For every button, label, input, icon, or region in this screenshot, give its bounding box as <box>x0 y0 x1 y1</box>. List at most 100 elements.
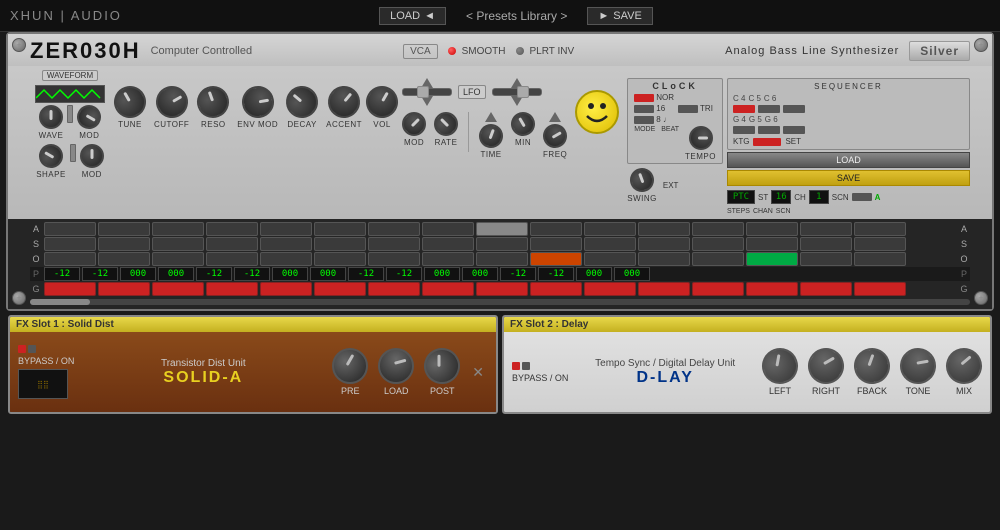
seq-btn-s-12[interactable] <box>638 237 690 251</box>
seq-btn-a-15[interactable] <box>800 222 852 236</box>
wave-slider[interactable] <box>67 105 73 123</box>
seq-btn-s-2[interactable] <box>98 237 150 251</box>
seq-btn-a-13[interactable] <box>692 222 744 236</box>
seq-btn-o-2[interactable] <box>98 252 150 266</box>
seq-btn-o-5[interactable] <box>260 252 312 266</box>
slide-slider-track[interactable] <box>492 88 542 96</box>
gate-btn-9[interactable] <box>476 282 528 296</box>
lfo-mod-knob[interactable] <box>397 107 431 141</box>
pitch-11[interactable]: 000 <box>424 267 460 281</box>
fx1-close-icon[interactable]: ✕ <box>468 364 488 381</box>
fx1-load-knob[interactable] <box>371 341 422 392</box>
seq-btn-s-8[interactable] <box>422 237 474 251</box>
seq-load-button[interactable]: LOAD <box>727 152 970 168</box>
pitch-14[interactable]: -12 <box>538 267 574 281</box>
pitch-12[interactable]: 000 <box>462 267 498 281</box>
seq-btn-a-11[interactable] <box>584 222 636 236</box>
mod-knob[interactable] <box>73 101 106 134</box>
seq-btn-a-2[interactable] <box>98 222 150 236</box>
fx2-right-knob[interactable] <box>801 341 850 390</box>
vol-knob[interactable] <box>360 80 404 124</box>
seq-btn-s-4[interactable] <box>206 237 258 251</box>
seq-btn-s-14[interactable] <box>746 237 798 251</box>
pitch-9[interactable]: -12 <box>348 267 384 281</box>
gate-btn-2[interactable] <box>98 282 150 296</box>
fx2-left-knob[interactable] <box>757 343 803 389</box>
fx1-pre-knob[interactable] <box>332 348 368 384</box>
pitch-8[interactable]: 000 <box>310 267 346 281</box>
gate-btn-15[interactable] <box>800 282 852 296</box>
mod2-knob[interactable] <box>80 144 104 168</box>
gate-btn-6[interactable] <box>314 282 366 296</box>
shape-slider[interactable] <box>70 144 76 162</box>
pitch-13[interactable]: -12 <box>500 267 536 281</box>
seq-btn-o-9[interactable] <box>476 252 528 266</box>
fx2-tone-knob[interactable] <box>893 341 944 392</box>
lfo-slider-track[interactable] <box>402 88 452 96</box>
seq-btn-o-3[interactable] <box>152 252 204 266</box>
pitch-3[interactable]: 000 <box>120 267 156 281</box>
pitch-4[interactable]: 000 <box>158 267 194 281</box>
freq-knob[interactable] <box>539 120 572 153</box>
seq-save-button[interactable]: SAVE <box>727 170 970 186</box>
seq-btn-o-6[interactable] <box>314 252 366 266</box>
gate-btn-5[interactable] <box>260 282 312 296</box>
slide-slider-thumb[interactable] <box>517 86 529 98</box>
fx1-post-knob[interactable] <box>418 341 467 390</box>
shape-knob[interactable] <box>35 140 68 173</box>
decay-knob[interactable] <box>280 79 325 124</box>
seq-btn-o-16[interactable] <box>854 252 906 266</box>
pitch-5[interactable]: -12 <box>196 267 232 281</box>
min-knob[interactable] <box>507 108 540 141</box>
pitch-10[interactable]: -12 <box>386 267 422 281</box>
seq-btn-s-7[interactable] <box>368 237 420 251</box>
gate-btn-13[interactable] <box>692 282 744 296</box>
gate-btn-14[interactable] <box>746 282 798 296</box>
pitch-2[interactable]: -12 <box>82 267 118 281</box>
reso-knob[interactable] <box>193 81 234 122</box>
cutoff-knob[interactable] <box>150 80 194 124</box>
wave-knob[interactable] <box>39 105 63 129</box>
pitch-16[interactable]: 000 <box>614 267 650 281</box>
presets-library[interactable]: < Presets Library > <box>466 9 567 23</box>
tempo-knob[interactable] <box>689 126 713 150</box>
gate-btn-12[interactable] <box>638 282 690 296</box>
seq-btn-s-13[interactable] <box>692 237 744 251</box>
seq-btn-s-6[interactable] <box>314 237 366 251</box>
seq-btn-s-11[interactable] <box>584 237 636 251</box>
seq-btn-a-7[interactable] <box>368 222 420 236</box>
smiley-face[interactable] <box>575 90 619 134</box>
gate-btn-3[interactable] <box>152 282 204 296</box>
seq-btn-s-16[interactable] <box>854 237 906 251</box>
lfo-slider-thumb[interactable] <box>417 86 429 98</box>
seq-btn-s-5[interactable] <box>260 237 312 251</box>
pitch-6[interactable]: -12 <box>234 267 270 281</box>
slide-time-knob[interactable] <box>476 121 507 152</box>
gate-btn-7[interactable] <box>368 282 420 296</box>
seq-btn-a-8[interactable] <box>422 222 474 236</box>
swing-knob[interactable] <box>627 165 658 196</box>
pitch-1[interactable]: -12 <box>44 267 80 281</box>
seq-btn-a-14[interactable] <box>746 222 798 236</box>
seq-btn-a-12[interactable] <box>638 222 690 236</box>
pitch-15[interactable]: 000 <box>576 267 612 281</box>
accent-knob[interactable] <box>322 79 367 124</box>
seq-btn-o-10[interactable] <box>530 252 582 266</box>
seq-btn-o-8[interactable] <box>422 252 474 266</box>
tune-knob[interactable] <box>108 80 152 124</box>
seq-btn-o-13[interactable] <box>692 252 744 266</box>
seq-btn-o-7[interactable] <box>368 252 420 266</box>
seq-btn-a-10[interactable] <box>530 222 582 236</box>
envmod-knob[interactable] <box>239 83 276 120</box>
gate-btn-4[interactable] <box>206 282 258 296</box>
scrollbar-thumb[interactable] <box>30 299 90 305</box>
fx2-fback-knob[interactable] <box>851 345 893 387</box>
seq-btn-s-10[interactable] <box>530 237 582 251</box>
seq-btn-a-3[interactable] <box>152 222 204 236</box>
fx2-mix-knob[interactable] <box>941 343 987 389</box>
gate-btn-16[interactable] <box>854 282 906 296</box>
seq-btn-a-4[interactable] <box>206 222 258 236</box>
seq-btn-o-14[interactable] <box>746 252 798 266</box>
seq-btn-a-1[interactable] <box>44 222 96 236</box>
seq-btn-a-9[interactable] <box>476 222 528 236</box>
